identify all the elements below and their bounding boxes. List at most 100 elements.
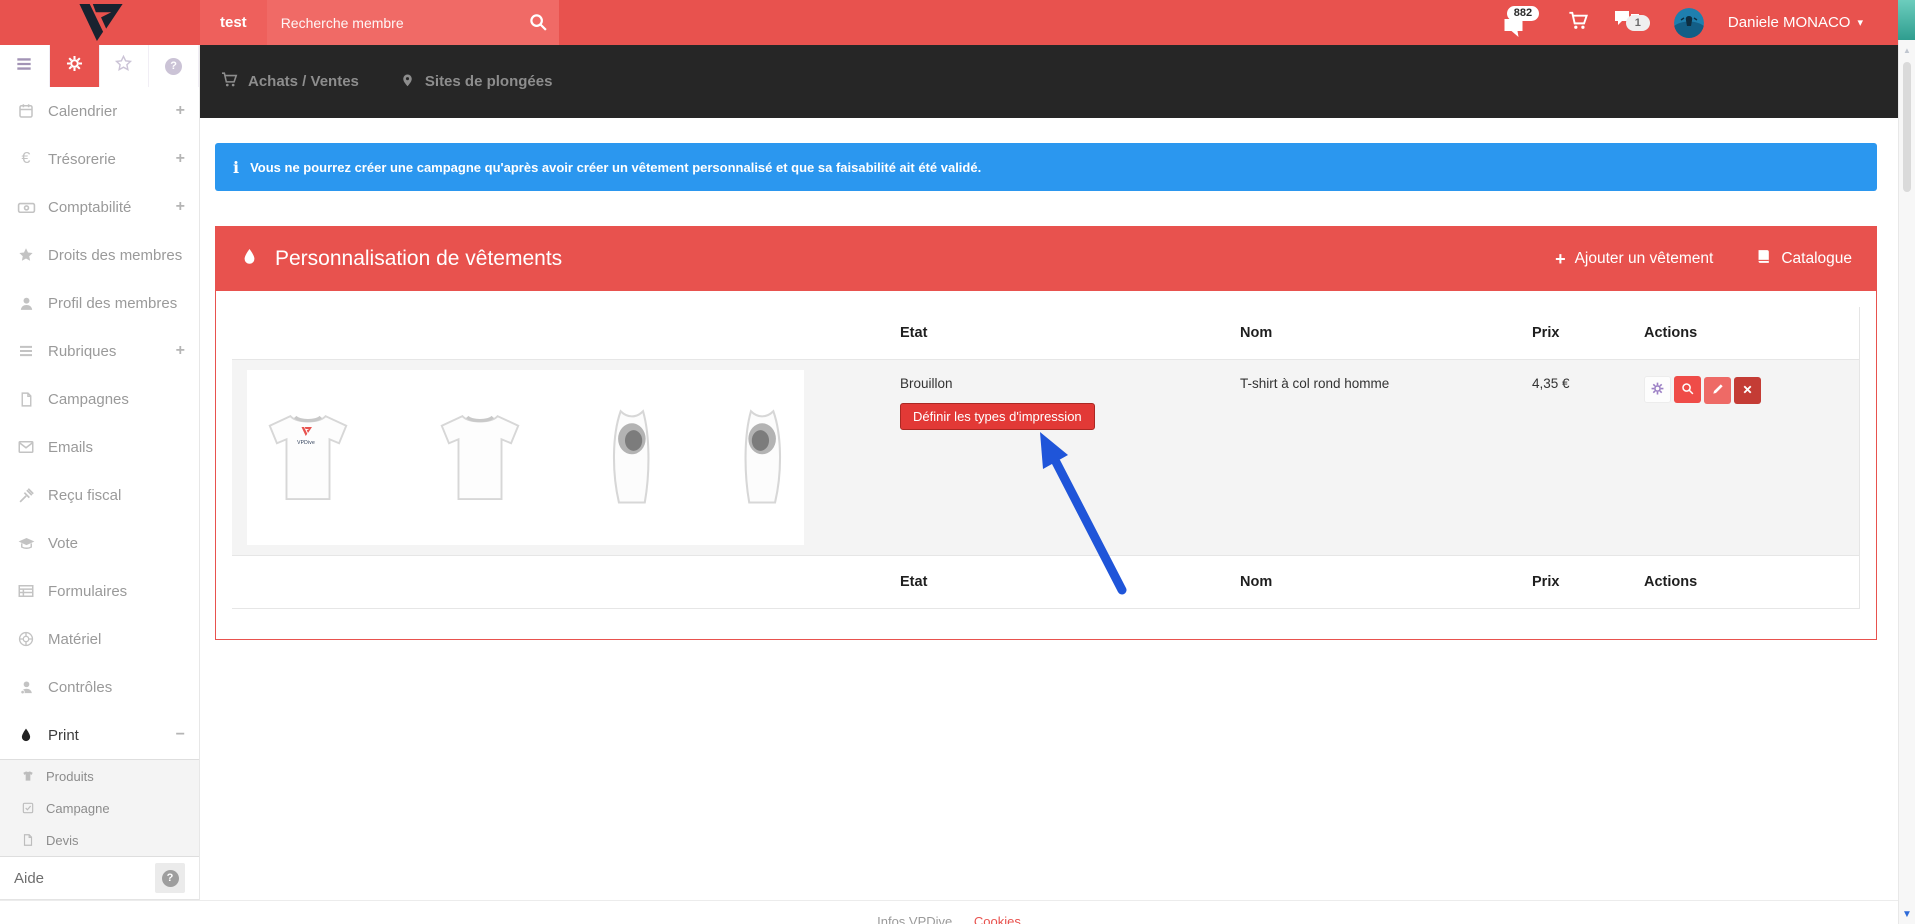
notifications-badge: 882: [1507, 6, 1539, 21]
sidebar-item-rubriques[interactable]: Rubriques +: [0, 327, 199, 375]
banknote-icon: [14, 198, 38, 217]
secondary-navbar: Achats / Ventes Sites de plongées: [200, 45, 1898, 118]
tshirt-chest-logo: VPDive: [291, 424, 321, 446]
hamburger-icon: [14, 54, 34, 79]
sidebar-item-vote[interactable]: Vote: [0, 519, 199, 567]
collapse-minus-icon[interactable]: −: [176, 726, 185, 744]
sidebar-item-label: Formulaires: [48, 583, 127, 600]
x-icon: [1741, 383, 1754, 399]
calendar-icon: [14, 102, 38, 120]
vetements-panel: Personnalisation de vêtements + Ajouter …: [215, 226, 1877, 640]
sidebar-item-tresorerie[interactable]: € Trésorerie +: [0, 135, 199, 183]
sidebar-item-label: Rubriques: [48, 343, 116, 360]
col-prix: Prix: [1524, 556, 1636, 609]
submenu-item-produits[interactable]: Produits: [0, 760, 199, 792]
expand-plus-icon[interactable]: +: [176, 198, 185, 216]
expand-plus-icon[interactable]: +: [176, 150, 185, 168]
scrollbar-thumb[interactable]: [1903, 62, 1911, 192]
table-footer-row: Etat Nom Prix Actions: [232, 556, 1860, 609]
sidebar-item-recu-fiscal[interactable]: Reçu fiscal: [0, 471, 199, 519]
sidebar-item-materiel[interactable]: Matériel: [0, 615, 199, 663]
magnifier-icon: [1680, 381, 1695, 399]
table-icon: [14, 582, 38, 600]
topbar-right: 882 1 Daniele MONACO ▾: [1499, 0, 1915, 45]
footer-cookies-link[interactable]: Cookies: [974, 914, 1021, 924]
user-icon: [14, 295, 38, 312]
print-submenu: Produits Campagne Devis: [0, 759, 199, 857]
col-actions: Actions: [1636, 556, 1860, 609]
tab-menu[interactable]: [0, 45, 50, 87]
tshirt-back-image: [429, 376, 531, 539]
product-image: VPDive: [247, 370, 804, 545]
add-vetement-label: Ajouter un vêtement: [1575, 250, 1714, 268]
expand-plus-icon[interactable]: +: [176, 102, 185, 120]
sidebar-item-droits-membres[interactable]: Droits des membres: [0, 231, 199, 279]
submenu-item-label: Campagne: [46, 801, 110, 816]
submenu-item-devis[interactable]: Devis: [0, 824, 199, 856]
add-vetement-button[interactable]: + Ajouter un vêtement: [1555, 249, 1713, 270]
sidebar-item-label: Campagnes: [48, 391, 129, 408]
sidebar-item-controles[interactable]: Contrôles: [0, 663, 199, 711]
sidebar-item-calendrier[interactable]: Calendrier +: [0, 87, 199, 135]
scrollbar-track[interactable]: ▲ ▼: [1898, 40, 1915, 924]
star-icon: [14, 246, 38, 264]
sidebar-item-print[interactable]: Print −: [0, 711, 199, 759]
nom-cell: T-shirt à col rond homme: [1232, 360, 1524, 556]
view-action-button[interactable]: [1674, 376, 1701, 403]
tshirt-side-image: [600, 376, 662, 539]
tshirt-front-image: VPDive: [257, 376, 359, 539]
page-footer: Infos VPDive Cookies: [0, 900, 1898, 924]
col-nom: Nom: [1232, 556, 1524, 609]
settings-action-button[interactable]: [1644, 376, 1671, 403]
expand-plus-icon[interactable]: +: [176, 342, 185, 360]
member-search: [267, 0, 559, 45]
nav-sites-plongees[interactable]: Sites de plongées: [399, 71, 553, 92]
col-etat: Etat: [892, 307, 1232, 360]
etat-cell: Brouillon Définir les types d'impression: [892, 360, 1232, 556]
scrollbar-top-cap: [1898, 0, 1915, 40]
catalogue-button[interactable]: Catalogue: [1755, 248, 1852, 270]
edit-action-button[interactable]: [1704, 377, 1731, 404]
user-menu[interactable]: Daniele MONACO ▾: [1728, 14, 1863, 31]
search-input[interactable]: [267, 15, 559, 31]
pencil-icon: [1711, 382, 1725, 399]
aide-help-button[interactable]: ?: [155, 863, 185, 893]
page-scrollbar[interactable]: ▲ ▼: [1898, 0, 1915, 924]
info-banner: i Vous ne pourrez créer une campagne qu'…: [215, 143, 1877, 191]
tab-settings[interactable]: [50, 45, 100, 87]
notifications-button[interactable]: 882: [1499, 5, 1543, 41]
footer-info-text: Infos VPDive: [877, 914, 952, 924]
definir-types-impression-button[interactable]: Définir les types d'impression: [900, 403, 1095, 430]
scroll-up-arrow-icon[interactable]: ▲: [1903, 46, 1911, 55]
nav-achats-ventes[interactable]: Achats / Ventes: [220, 70, 359, 93]
tab-help[interactable]: ?: [149, 45, 199, 87]
tint-icon: [240, 247, 259, 272]
tab-favorites[interactable]: [100, 45, 150, 87]
submenu-item-label: Produits: [46, 769, 94, 784]
sidebar-item-campagnes[interactable]: Campagnes: [0, 375, 199, 423]
product-images-cell: VPDive: [232, 360, 892, 556]
nav-item-label: Achats / Ventes: [248, 73, 359, 90]
cart-icon[interactable]: [1567, 9, 1590, 37]
sidebar-item-emails[interactable]: Emails: [0, 423, 199, 471]
user-avatar[interactable]: [1674, 8, 1704, 38]
sidebar-item-comptabilite[interactable]: Comptabilité +: [0, 183, 199, 231]
sidebar-item-label: Contrôles: [48, 679, 112, 696]
sidebar-item-formulaires[interactable]: Formulaires: [0, 567, 199, 615]
col-prix: Prix: [1524, 307, 1636, 360]
search-icon[interactable]: [527, 11, 549, 38]
delete-action-button[interactable]: [1734, 377, 1761, 404]
nav-item-label: Sites de plongées: [425, 73, 553, 90]
submenu-item-campagne[interactable]: Campagne: [0, 792, 199, 824]
app-logo[interactable]: [0, 0, 200, 45]
info-icon: i: [233, 158, 239, 177]
sidebar-item-profil-membres[interactable]: Profil des membres: [0, 279, 199, 327]
panel-header: Personnalisation de vêtements + Ajouter …: [216, 227, 1876, 291]
sidebar: ? Calendrier + € Trésorerie + Comptabili…: [0, 45, 200, 900]
info-banner-text: Vous ne pourrez créer une campagne qu'ap…: [250, 160, 981, 175]
scroll-down-arrow-icon[interactable]: ▼: [1902, 909, 1912, 920]
star-outline-icon: [114, 54, 133, 78]
sidebar-item-label: Profil des membres: [48, 295, 177, 312]
cart-icon: [220, 70, 239, 93]
club-label[interactable]: test: [200, 0, 267, 45]
